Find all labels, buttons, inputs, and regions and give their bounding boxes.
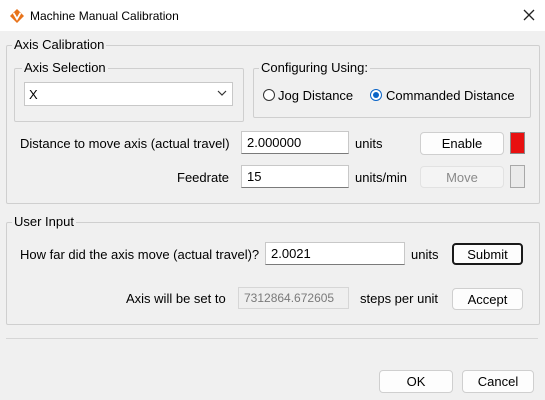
- distance-unit: units: [355, 136, 383, 151]
- feedrate-input[interactable]: 15: [241, 165, 349, 188]
- distance-input[interactable]: 2.000000: [241, 131, 349, 154]
- steps-per-unit-label: steps per unit: [360, 291, 439, 306]
- accept-button[interactable]: Accept: [452, 288, 523, 310]
- axis-select[interactable]: X: [24, 82, 233, 106]
- moved-distance-unit: units: [411, 247, 439, 262]
- commanded-distance-label: Commanded Distance: [386, 88, 515, 103]
- close-button[interactable]: [515, 2, 543, 28]
- moved-distance-input[interactable]: 2.0021: [265, 242, 405, 265]
- ok-button[interactable]: OK: [379, 370, 453, 393]
- window-title: Machine Manual Calibration: [30, 9, 179, 23]
- steps-per-unit-output: 7312864.672605: [238, 287, 349, 309]
- user-input-title: User Input: [12, 214, 76, 229]
- submit-button[interactable]: Submit: [452, 243, 523, 265]
- moved-distance-label: How far did the axis move (actual travel…: [20, 247, 260, 262]
- axis-select-value: X: [29, 87, 38, 102]
- close-icon: [523, 9, 535, 21]
- distance-label: Distance to move axis (actual travel): [20, 136, 230, 151]
- footer-divider: [6, 338, 538, 339]
- move-button[interactable]: Move: [420, 166, 504, 188]
- cancel-button[interactable]: Cancel: [462, 370, 534, 393]
- axis-selection-title: Axis Selection: [22, 60, 108, 75]
- radio-checked-icon: [370, 89, 382, 101]
- feedrate-unit: units/min: [355, 170, 408, 185]
- commanded-distance-radio[interactable]: Commanded Distance: [370, 88, 520, 104]
- enable-button[interactable]: Enable: [420, 132, 504, 155]
- enable-status-indicator: [510, 132, 525, 154]
- radio-unchecked-icon: [263, 89, 275, 101]
- jog-distance-label: Jog Distance: [278, 88, 354, 103]
- configuring-title: Configuring Using:: [259, 60, 370, 75]
- app-logo-icon: [9, 8, 25, 24]
- move-status-indicator: [510, 165, 525, 188]
- chevron-down-icon: [217, 90, 227, 96]
- feedrate-label: Feedrate: [177, 170, 230, 185]
- axis-calibration-title: Axis Calibration: [12, 37, 107, 52]
- set-to-label: Axis will be set to: [126, 291, 226, 306]
- jog-distance-radio[interactable]: Jog Distance: [263, 88, 359, 104]
